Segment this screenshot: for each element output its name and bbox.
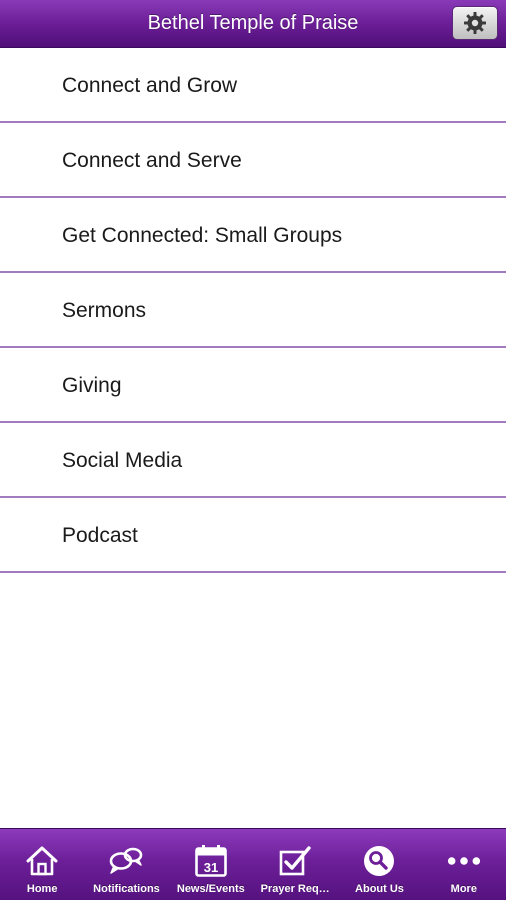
checkbox-icon (277, 843, 313, 879)
menu-item-connect-and-grow[interactable]: Connect and Grow (0, 48, 506, 123)
menu-item-label: Giving (62, 374, 122, 397)
menu-item-giving[interactable]: Giving (0, 348, 506, 423)
tab-label: About Us (355, 883, 404, 895)
menu-item-label: Connect and Serve (62, 149, 242, 172)
menu-item-connect-and-serve[interactable]: Connect and Serve (0, 123, 506, 198)
tab-label: Prayer Req… (260, 883, 330, 895)
bottom-tab-bar: Home Notifications 31 News/Events Prayer… (0, 828, 506, 900)
tab-news-events[interactable]: 31 News/Events (169, 829, 253, 900)
menu-item-social-media[interactable]: Social Media (0, 423, 506, 498)
more-dots-icon (446, 843, 482, 879)
menu-list: Connect and Grow Connect and Serve Get C… (0, 48, 506, 573)
tab-more[interactable]: More (422, 829, 506, 900)
calendar-day: 31 (204, 860, 218, 875)
menu-item-label: Connect and Grow (62, 74, 238, 97)
chat-bubbles-icon (108, 843, 144, 879)
menu-item-label: Sermons (62, 299, 147, 322)
menu-item-podcast[interactable]: Podcast (0, 498, 506, 573)
calendar-icon: 31 (193, 843, 229, 879)
menu-item-sermons[interactable]: Sermons (0, 273, 506, 348)
tab-label: Home (26, 883, 58, 895)
app-header: Bethel Temple of Praise (0, 0, 506, 48)
page-title: Bethel Temple of Praise (147, 12, 359, 34)
menu-item-label: Podcast (62, 524, 138, 547)
home-icon (24, 843, 60, 879)
gear-icon (463, 11, 487, 35)
tab-label: More (450, 883, 477, 895)
tab-label: Notifications (93, 883, 160, 895)
tab-prayer-requests[interactable]: Prayer Req… (253, 829, 337, 900)
menu-item-small-groups[interactable]: Get Connected: Small Groups (0, 198, 506, 273)
menu-item-label: Get Connected: Small Groups (62, 224, 343, 247)
settings-button[interactable] (452, 6, 498, 40)
tab-home[interactable]: Home (0, 829, 84, 900)
magnifier-icon (361, 843, 397, 879)
tab-label: News/Events (176, 883, 245, 895)
tab-notifications[interactable]: Notifications (84, 829, 168, 900)
menu-item-label: Social Media (62, 449, 183, 472)
tab-about-us[interactable]: About Us (337, 829, 421, 900)
